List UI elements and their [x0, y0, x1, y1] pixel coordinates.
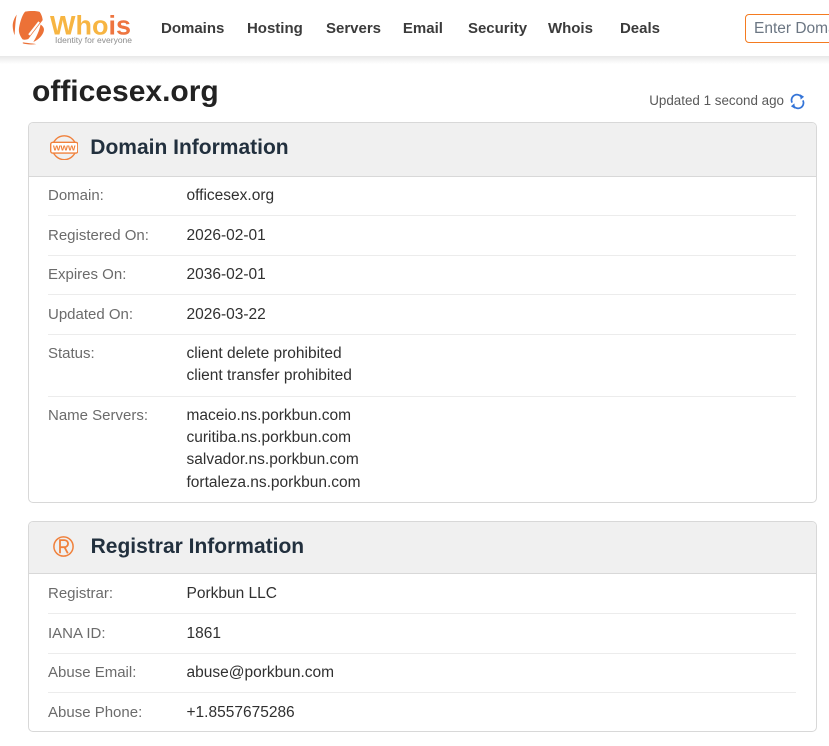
svg-text:www: www [52, 142, 76, 153]
svg-text:Identity for everyone: Identity for everyone [55, 35, 132, 45]
